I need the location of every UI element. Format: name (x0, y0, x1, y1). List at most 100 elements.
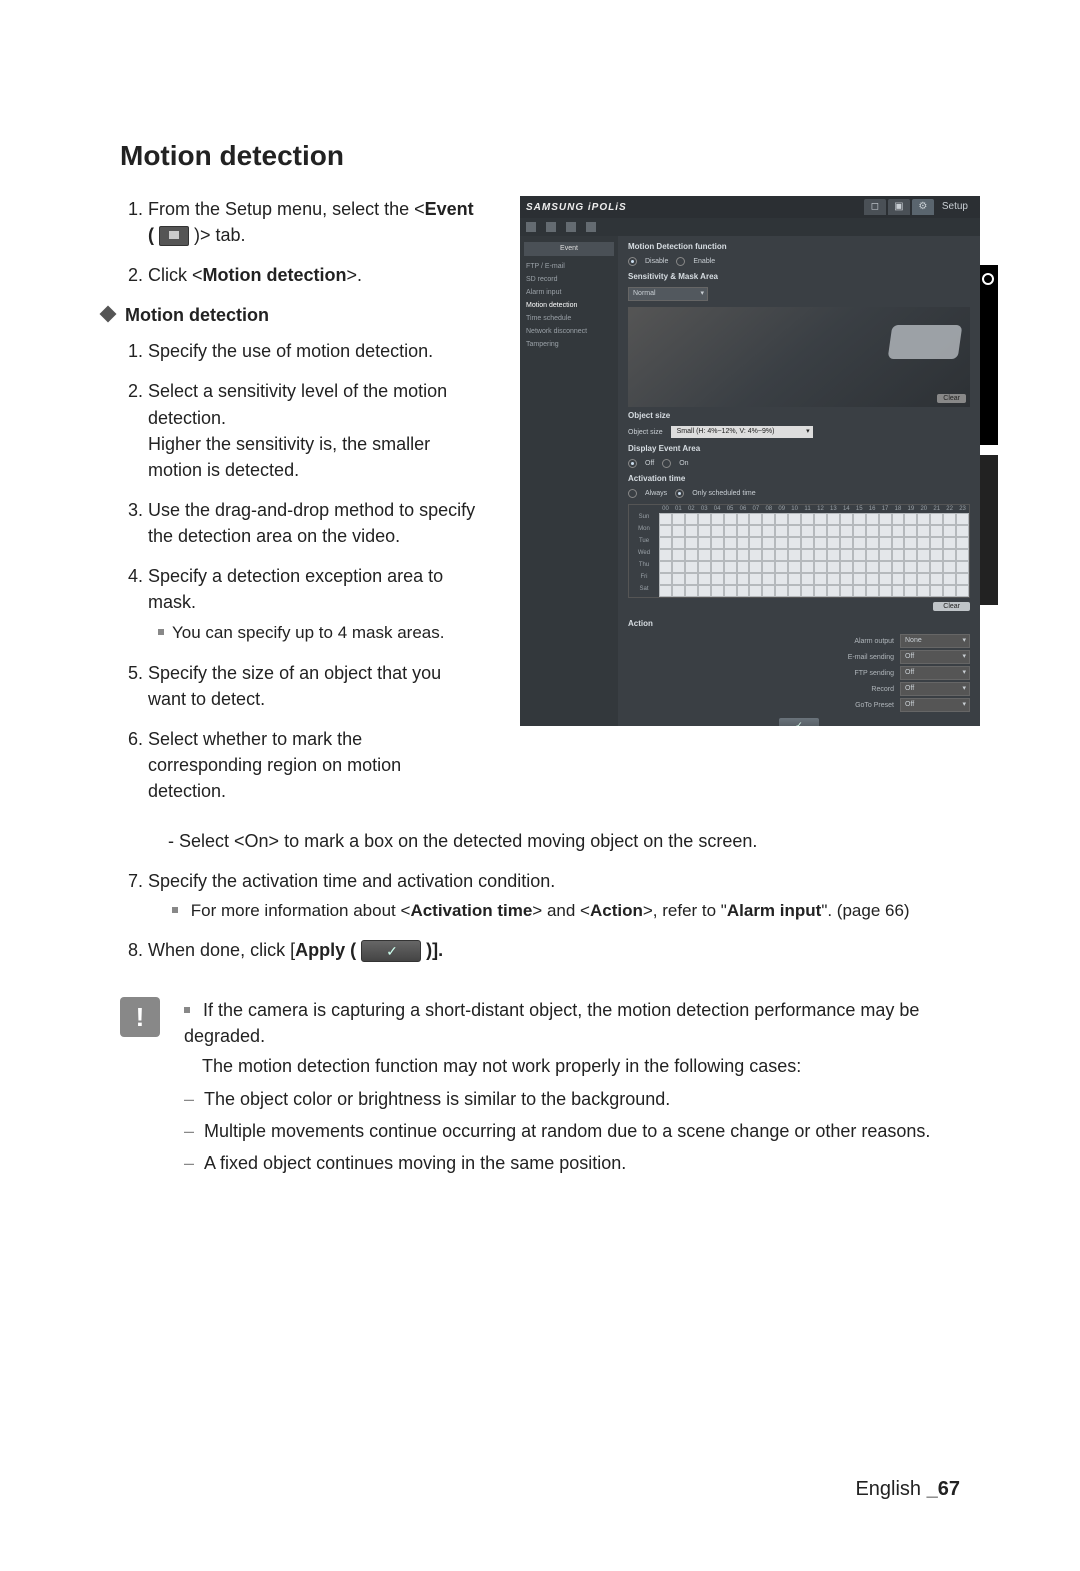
schedule-cell[interactable] (724, 549, 737, 561)
schedule-cell[interactable] (853, 525, 866, 537)
schedule-cell[interactable] (879, 537, 892, 549)
schedule-cell[interactable] (801, 525, 814, 537)
video-preview[interactable]: Clear (628, 307, 970, 407)
schedule-cell[interactable] (711, 585, 724, 597)
schedule-cell[interactable] (917, 537, 930, 549)
object-size-select[interactable]: Small (H: 4%~12%, V: 4%~9%) (671, 426, 813, 438)
action-select[interactable]: None (900, 634, 970, 648)
schedule-cell[interactable] (698, 537, 711, 549)
schedule-cell[interactable] (879, 585, 892, 597)
schedule-cell[interactable] (737, 513, 750, 525)
schedule-cell[interactable] (956, 513, 969, 525)
schedule-cell[interactable] (904, 513, 917, 525)
schedule-cell[interactable] (737, 573, 750, 585)
schedule-cell[interactable] (827, 585, 840, 597)
schedule-cell[interactable] (737, 561, 750, 573)
radio-always[interactable] (628, 489, 637, 498)
schedule-cell[interactable] (685, 573, 698, 585)
schedule-cell[interactable] (788, 513, 801, 525)
schedule-cell[interactable] (827, 537, 840, 549)
schedule-cell[interactable] (956, 561, 969, 573)
schedule-cell[interactable] (814, 525, 827, 537)
side-item-tamper[interactable]: Tampering (524, 338, 614, 351)
schedule-cell[interactable] (904, 537, 917, 549)
schedule-cell[interactable] (775, 573, 788, 585)
schedule-cell[interactable] (711, 573, 724, 585)
schedule-cell[interactable] (892, 561, 905, 573)
schedule-cell[interactable] (685, 525, 698, 537)
schedule-cell[interactable] (853, 513, 866, 525)
schedule-cell[interactable] (814, 513, 827, 525)
schedule-cell[interactable] (672, 525, 685, 537)
schedule-cell[interactable] (904, 561, 917, 573)
schedule-cell[interactable] (917, 585, 930, 597)
side-item-alarm[interactable]: Alarm input (524, 286, 614, 299)
schedule-cell[interactable] (737, 585, 750, 597)
schedule-cell[interactable] (917, 573, 930, 585)
schedule-cell[interactable] (788, 537, 801, 549)
schedule-cell[interactable] (749, 585, 762, 597)
schedule-cell[interactable] (892, 537, 905, 549)
schedule-cell[interactable] (672, 549, 685, 561)
schedule-cell[interactable] (904, 525, 917, 537)
schedule-cell[interactable] (866, 561, 879, 573)
schedule-cell[interactable] (737, 537, 750, 549)
schedule-cell[interactable] (775, 549, 788, 561)
schedule-cell[interactable] (904, 573, 917, 585)
schedule-cell[interactable] (698, 561, 711, 573)
schedule-cell[interactable] (853, 585, 866, 597)
radio-enable[interactable] (676, 257, 685, 266)
schedule-cell[interactable] (659, 513, 672, 525)
schedule-cell[interactable] (892, 549, 905, 561)
schedule-cell[interactable] (801, 585, 814, 597)
schedule-cell[interactable] (892, 525, 905, 537)
schedule-cell[interactable] (749, 549, 762, 561)
schedule-cell[interactable] (762, 585, 775, 597)
side-item-sd[interactable]: SD record (524, 273, 614, 286)
schedule-cell[interactable] (737, 549, 750, 561)
action-select[interactable]: Off (900, 682, 970, 696)
schedule-cell[interactable] (814, 537, 827, 549)
schedule-cell[interactable] (711, 525, 724, 537)
schedule-cell[interactable] (840, 525, 853, 537)
schedule-cell[interactable] (943, 537, 956, 549)
schedule-cell[interactable] (788, 585, 801, 597)
schedule-cell[interactable] (917, 561, 930, 573)
schedule-cell[interactable] (879, 525, 892, 537)
schedule-cell[interactable] (762, 573, 775, 585)
schedule-cell[interactable] (685, 513, 698, 525)
schedule-cell[interactable] (762, 537, 775, 549)
action-select[interactable]: Off (900, 650, 970, 664)
schedule-cell[interactable] (685, 585, 698, 597)
schedule-cell[interactable] (827, 561, 840, 573)
schedule-cell[interactable] (930, 513, 943, 525)
schedule-clear-button[interactable]: Clear (933, 602, 970, 611)
schedule-cell[interactable] (943, 573, 956, 585)
schedule-cell[interactable] (711, 549, 724, 561)
schedule-cell[interactable] (814, 561, 827, 573)
schedule-cell[interactable] (930, 537, 943, 549)
schedule-cell[interactable] (879, 513, 892, 525)
schedule-cell[interactable] (943, 549, 956, 561)
schedule-cell[interactable] (853, 549, 866, 561)
schedule-cell[interactable] (840, 549, 853, 561)
schedule-cell[interactable] (917, 549, 930, 561)
schedule-cell[interactable] (775, 525, 788, 537)
schedule-cell[interactable] (866, 549, 879, 561)
schedule-cell[interactable] (943, 561, 956, 573)
schedule-cell[interactable] (956, 573, 969, 585)
schedule-cell[interactable] (814, 585, 827, 597)
schedule-cell[interactable] (711, 513, 724, 525)
schedule-cell[interactable] (956, 537, 969, 549)
schedule-cell[interactable] (788, 561, 801, 573)
schedule-cell[interactable] (943, 513, 956, 525)
schedule-cell[interactable] (672, 537, 685, 549)
schedule-cell[interactable] (659, 549, 672, 561)
schedule-cell[interactable] (814, 549, 827, 561)
sidebar-tab-event[interactable]: Event (524, 242, 614, 256)
top-tab-1[interactable]: ◻ (864, 199, 886, 215)
schedule-grid[interactable]: 0001020304050607080910111213141516171819… (628, 504, 970, 598)
subtab-icon-3[interactable] (566, 222, 576, 232)
schedule-cell[interactable] (659, 525, 672, 537)
schedule-cell[interactable] (724, 573, 737, 585)
